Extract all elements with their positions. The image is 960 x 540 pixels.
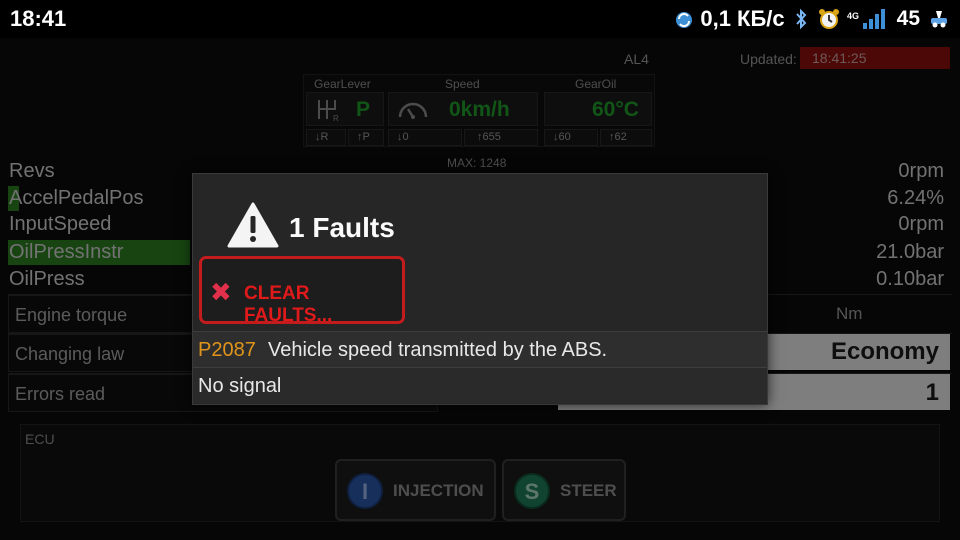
- network-type: 4G: [847, 11, 859, 21]
- gauges-panel: GearLever Speed GearOil R P 0km/h 60°C ↓…: [303, 74, 655, 147]
- status-bar: 18:41 0,1 КБ/с 4G 45: [0, 0, 960, 38]
- driving-mode-icon: [931, 11, 947, 28]
- changing-law-label: Changing law: [15, 344, 125, 364]
- warning-icon: [227, 202, 279, 248]
- bluetooth-icon: [795, 8, 807, 30]
- ecu-panel: ECU I INJECTION S STEER: [20, 424, 940, 522]
- clear-icon: ✖: [210, 277, 232, 307]
- gear-shift-icon: R: [318, 100, 339, 123]
- oil-press-value: 0.10bar: [876, 268, 944, 290]
- gear-lever-box: R P: [306, 92, 384, 126]
- revs-value: 0rpm: [898, 160, 944, 182]
- changing-law-value: Economy: [830, 338, 939, 365]
- steer-label: STEER: [560, 481, 617, 500]
- input-speed-value: 0rpm: [898, 213, 944, 235]
- battery-level: 45: [896, 7, 920, 30]
- oil-press-instr-value: 21.0bar: [876, 241, 944, 263]
- dialog-title: 1 Faults: [289, 212, 395, 243]
- clock: 18:41: [10, 6, 67, 31]
- alarm-clock-icon: [818, 9, 839, 29]
- gearbox-model: AL4: [624, 51, 649, 67]
- fault-description: Vehicle speed transmitted by the ABS.: [268, 339, 608, 361]
- errors-read-value: 1: [925, 379, 939, 406]
- oil-press-label: OilPress: [9, 268, 85, 290]
- network-speed: 0,1 КБ/с: [700, 6, 785, 31]
- gear-oil-max: ↑62: [600, 129, 652, 146]
- gear-lever-min: ↓R: [306, 129, 346, 146]
- speed-min: ↓0: [388, 129, 462, 146]
- accel-label: AccelPedalPos: [9, 187, 144, 209]
- steer-button[interactable]: S STEER: [502, 459, 626, 521]
- input-speed-label: InputSpeed: [9, 213, 112, 235]
- engine-torque-unit: Nm: [836, 304, 863, 323]
- ecu-label: ECU: [25, 431, 55, 447]
- oil-press-instr-label: OilPressInstr: [9, 241, 124, 263]
- speedometer-icon: [398, 102, 428, 119]
- clear-faults-button[interactable]: ✖ CLEAR FAULTS...: [199, 256, 405, 326]
- faults-dialog: 1 Faults ✖ CLEAR FAULTS... P2087 Vehicle…: [192, 173, 768, 405]
- speed-title: Speed: [445, 77, 480, 91]
- gear-lever-max: ↑P: [348, 129, 384, 146]
- status-icons: 0,1 КБ/с 4G 45: [674, 4, 952, 34]
- fault-code: P2087: [198, 339, 256, 361]
- accel-value: 6.24%: [887, 187, 944, 209]
- injection-icon: I: [347, 473, 383, 509]
- speed-box: 0km/h: [388, 92, 538, 126]
- data-sync-icon: [676, 12, 693, 28]
- gear-oil-value: 60°C: [592, 98, 639, 121]
- fault-row[interactable]: P2087 Vehicle speed transmitted by the A…: [193, 331, 767, 367]
- engine-torque-label: Engine torque: [15, 305, 128, 325]
- signal-status: No signal: [198, 375, 282, 397]
- gear-lever-value: P: [356, 98, 371, 121]
- signal-row: No signal: [193, 367, 767, 403]
- steer-icon: S: [514, 473, 550, 509]
- svg-text:R: R: [333, 114, 339, 123]
- speed-value: 0km/h: [449, 98, 510, 121]
- gear-oil-title: GearOil: [575, 77, 617, 91]
- signal-4g-icon: 4G: [847, 9, 885, 29]
- updated-label: Updated:: [740, 51, 797, 67]
- gear-oil-min: ↓60: [544, 129, 598, 146]
- gear-oil-box: 60°C: [544, 92, 652, 126]
- errors-read-label: Errors read: [15, 384, 106, 404]
- revs-label: Revs: [9, 160, 55, 182]
- injection-button[interactable]: I INJECTION: [335, 459, 496, 521]
- updated-time: 18:41:25: [800, 47, 950, 69]
- injection-label: INJECTION: [393, 481, 484, 500]
- clear-faults-label: CLEAR FAULTS...: [244, 283, 333, 326]
- gear-lever-title: GearLever: [314, 77, 371, 91]
- speed-max: ↑655: [464, 129, 538, 146]
